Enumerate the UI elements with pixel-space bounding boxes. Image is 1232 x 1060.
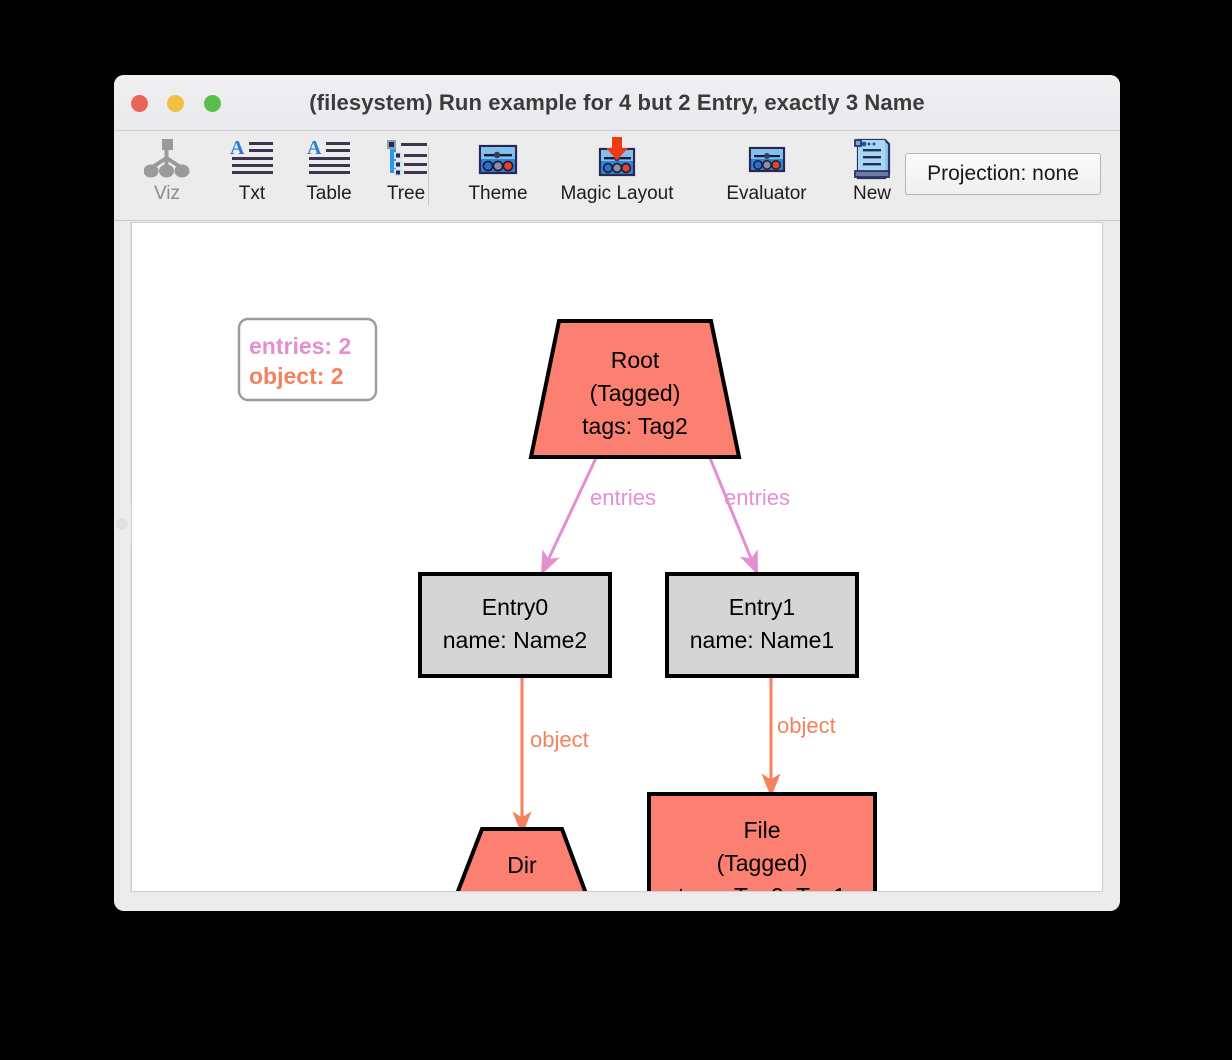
- edge-label-root-entry1: entries: [724, 485, 790, 510]
- edge-label-entry1-file: object: [777, 713, 836, 738]
- node-root-line-1: (Tagged): [590, 380, 681, 406]
- split-pane-handle[interactable]: [114, 503, 130, 545]
- toolbar-label-evaluator: Evaluator: [726, 183, 807, 204]
- node-root-line-2: tags: Tag2: [582, 413, 688, 439]
- graph-node-entry1[interactable]: Entry1 name: Name1: [665, 572, 859, 678]
- new-document-icon: [829, 137, 915, 181]
- toolbar-button-theme[interactable]: Theme: [455, 137, 541, 217]
- node-file-line-2: tags: Tag0, Tag1: [678, 883, 846, 892]
- magic-layout-icon: [542, 137, 692, 181]
- edge-root-entry0: entries: [540, 457, 656, 576]
- edge-root-entry1: entries: [708, 457, 790, 576]
- graph-node-root[interactable]: Root (Tagged) tags: Tag2: [528, 319, 742, 459]
- legend-box: entries: 2 object: 2: [237, 317, 378, 402]
- toolbar-label-txt: Txt: [238, 183, 266, 204]
- node-entry1-line-1: name: Name1: [690, 627, 834, 653]
- toolbar-label-viz: Viz: [153, 183, 181, 204]
- toolbar-separator: [428, 147, 429, 205]
- node-file-line-1: (Tagged): [717, 850, 808, 876]
- table-lines-icon: A: [286, 137, 372, 181]
- graph-node-entry0[interactable]: Entry0 name: Name2: [418, 572, 612, 678]
- split-pane-edge-bottom: [114, 545, 131, 893]
- window-title: (filesystem) Run example for 4 but 2 Ent…: [309, 90, 925, 115]
- toolbar-label-new: New: [852, 183, 891, 204]
- toolbar-button-tree[interactable]: Tree: [363, 137, 449, 217]
- app-window: (filesystem) Run example for 4 but 2 Ent…: [114, 75, 1120, 911]
- legend-entries-label: entries: 2: [249, 333, 351, 359]
- graph-viz-icon: [124, 137, 210, 181]
- toolbar-button-viz[interactable]: Viz: [124, 137, 210, 217]
- toolbar: Viz A Txt A Table Tree Theme Magic Layou…: [114, 131, 1120, 221]
- toolbar-button-new[interactable]: New: [829, 137, 915, 217]
- screen: (filesystem) Run example for 4 but 2 Ent…: [0, 0, 1232, 1060]
- legend-object-label: object: 2: [249, 363, 344, 389]
- node-root-line-0: Root: [611, 347, 660, 373]
- title-bar: (filesystem) Run example for 4 but 2 Ent…: [114, 75, 1120, 131]
- node-entry1-line-0: Entry1: [729, 594, 795, 620]
- node-entry0-line-0: Entry0: [482, 594, 548, 620]
- evaluator-icon: [704, 137, 829, 181]
- toolbar-button-table[interactable]: A Table: [286, 137, 372, 217]
- graph-node-file[interactable]: File (Tagged) tags: Tag0, Tag1: [647, 792, 877, 892]
- node-entry0-line-1: name: Name2: [443, 627, 587, 653]
- theme-sliders-icon: [455, 137, 541, 181]
- node-dir-line-0: Dir: [507, 852, 537, 878]
- toolbar-label-table: Table: [306, 183, 352, 204]
- split-pane-edge-top: [114, 222, 131, 503]
- toolbar-label-magic-layout: Magic Layout: [560, 183, 674, 204]
- node-file-line-0: File: [743, 817, 780, 843]
- toolbar-label-tree: Tree: [386, 183, 426, 204]
- toolbar-button-magic-layout[interactable]: Magic Layout: [542, 137, 692, 217]
- edge-label-root-entry0: entries: [590, 485, 656, 510]
- svg-text:A: A: [230, 138, 245, 159]
- text-lines-icon: A: [209, 137, 295, 181]
- projection-button[interactable]: Projection: none: [905, 153, 1101, 195]
- svg-text:A: A: [307, 138, 322, 159]
- split-pane-knob: [116, 518, 128, 530]
- tree-list-icon: [363, 137, 449, 181]
- toolbar-button-evaluator[interactable]: Evaluator: [704, 137, 829, 217]
- edge-entry1-file: object: [761, 676, 836, 798]
- edge-entry0-dir: object: [512, 676, 589, 836]
- graph-node-dir[interactable]: Dir: [455, 827, 588, 892]
- edge-label-entry0-dir: object: [530, 727, 589, 752]
- toolbar-button-txt[interactable]: A Txt: [209, 137, 295, 217]
- graph-canvas[interactable]: entries: 2 object: 2 entries entries obj…: [131, 222, 1103, 892]
- toolbar-label-theme: Theme: [468, 183, 528, 204]
